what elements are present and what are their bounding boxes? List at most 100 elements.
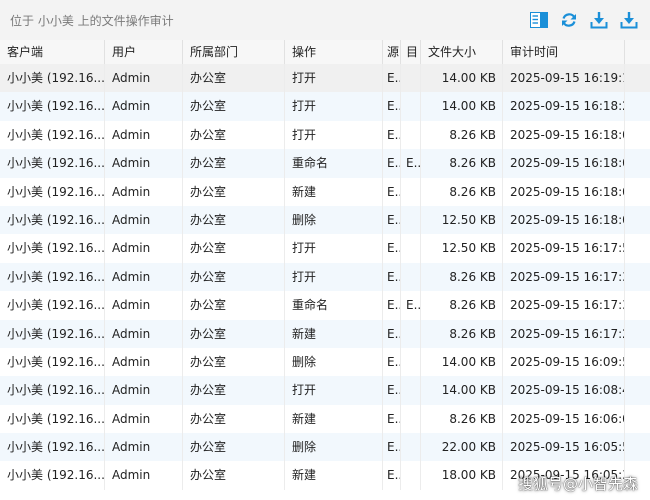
table-row[interactable]: 小小美 (192.16...Admin办公室新建E.. 8.26 KB2025-0… <box>0 177 650 206</box>
client-cell: 小小美 (192.16... <box>7 468 104 483</box>
audit-time-cell: 2025-09-15 16:18:22 <box>502 92 624 121</box>
file-size-cell: 8.26 KB <box>420 319 502 348</box>
target-cell <box>400 347 420 377</box>
icon-cell <box>624 404 650 434</box>
panel-icon[interactable] <box>528 9 550 31</box>
icon-cell <box>624 149 650 178</box>
client-cell: 小小美 (192.16... <box>7 127 104 142</box>
target-cell <box>400 262 420 292</box>
client-cell: 小小美 (192.16... <box>7 354 104 369</box>
operation-cell: 打开 <box>284 234 382 263</box>
target-cell <box>400 234 420 263</box>
client-cell: 小小美 (192.16... <box>7 383 104 398</box>
table-row[interactable]: 小小美 (192.16...Admin办公室删除E.. 14.00 KB2025-… <box>0 347 650 377</box>
user-cell: Admin <box>104 319 182 348</box>
icon-cell <box>624 64 650 93</box>
audit-time-cell: 2025-09-15 16:17:23 <box>502 319 624 348</box>
col-department[interactable]: 所属部门 <box>182 40 284 64</box>
department-cell: 办公室 <box>182 461 284 490</box>
audit-time-cell: 2025-09-15 16:17:52 <box>502 234 624 263</box>
source-cell: E.. <box>382 461 400 490</box>
audit-time-cell: 2025-09-15 16:18:00 <box>502 205 624 235</box>
source-cell: E.. <box>382 404 400 434</box>
client-cell: 小小美 (192.16... <box>7 326 104 341</box>
target-cell <box>400 177 420 206</box>
icon-cell <box>624 433 650 462</box>
download-icon[interactable] <box>588 9 610 31</box>
download-all-icon[interactable] <box>618 9 640 31</box>
file-size-cell: 8.26 KB <box>420 291 502 320</box>
table-row[interactable]: 小小美 (192.16...Admin办公室打开E.. 14.00 KB2025-… <box>0 376 650 405</box>
client-cell: 小小美 (192.16... <box>7 71 104 85</box>
table-row[interactable]: 小小美 (192.16...Admin办公室重命名E..E..8.26 KB20… <box>0 291 650 320</box>
toolbar <box>528 9 640 31</box>
operation-cell: 删除 <box>284 433 382 462</box>
user-cell: Admin <box>104 205 182 235</box>
table-row[interactable]: 小小美 (192.16...Admin办公室打开E.. 14.00 KB2025-… <box>0 64 650 93</box>
col-extra <box>624 40 650 64</box>
file-size-cell: 8.26 KB <box>420 262 502 292</box>
client-cell: 小小美 (192.16... <box>7 241 104 256</box>
user-cell: Admin <box>104 92 182 121</box>
source-cell: E.. <box>382 205 400 235</box>
source-cell: E.. <box>382 291 400 320</box>
audit-time-cell: 2025-09-15 16:09:53 <box>502 347 624 377</box>
icon-cell <box>624 319 650 348</box>
department-cell: 办公室 <box>182 149 284 178</box>
table-row[interactable]: 小小美 (192.16...Admin办公室删除E.. 12.50 KB2025-… <box>0 205 650 235</box>
operation-cell: 重命名 <box>284 291 382 320</box>
col-file-size[interactable]: 文件大小 <box>420 40 502 64</box>
col-audit-time[interactable]: 审计时间 <box>502 40 624 64</box>
audit-time-cell: 2025-09-15 16:06:01 <box>502 404 624 434</box>
target-cell <box>400 461 420 490</box>
user-cell: Admin <box>104 461 182 490</box>
col-target[interactable]: 目 <box>400 40 420 64</box>
department-cell: 办公室 <box>182 234 284 263</box>
user-cell: Admin <box>104 262 182 292</box>
client-cell: 小小美 (192.16... <box>7 440 104 455</box>
operation-cell: 打开 <box>284 262 382 292</box>
table-row[interactable]: 小小美 (192.16...Admin办公室新建E.. 8.26 KB2025-0… <box>0 319 650 348</box>
client-cell: 小小美 (192.16... <box>7 269 104 284</box>
target-cell <box>400 64 420 93</box>
file-size-cell: 22.00 KB <box>420 433 502 462</box>
operation-cell: 新建 <box>284 319 382 348</box>
file-size-cell: 14.00 KB <box>420 92 502 121</box>
icon-cell <box>624 347 650 377</box>
icon-cell <box>624 234 650 263</box>
table-row[interactable]: 小小美 (192.16...Admin办公室打开E.. 8.26 KB2025-0… <box>0 120 650 150</box>
table-row[interactable]: 小小美 (192.16...Admin办公室打开E.. 12.50 KB2025-… <box>0 234 650 263</box>
col-operation[interactable]: 操作 <box>284 40 382 64</box>
audit-time-cell: 2025-09-15 16:17:34 <box>502 291 624 320</box>
file-size-cell: 12.50 KB <box>420 234 502 263</box>
table-body: 小小美 (192.16...Admin办公室打开E..14.00 KB2025-… <box>0 64 650 500</box>
user-cell: Admin <box>104 376 182 405</box>
table-row[interactable]: 小小美 (192.16...Admin办公室重命名E..E..8.26 KB20… <box>0 149 650 178</box>
table-row[interactable]: 小小美 (192.16...Admin办公室打开E.. 8.26 KB2025-0… <box>0 262 650 292</box>
operation-cell: 新建 <box>284 177 382 206</box>
target-cell <box>400 433 420 462</box>
audit-time-cell: 2025-09-15 16:08:41 <box>502 376 624 405</box>
department-cell: 办公室 <box>182 404 284 434</box>
file-size-cell: 14.00 KB <box>420 376 502 405</box>
col-source[interactable]: 源 <box>382 40 400 64</box>
table-row[interactable]: 小小美 (192.16...Admin办公室新建E.. 8.26 KB2025-0… <box>0 404 650 434</box>
department-cell: 办公室 <box>182 433 284 462</box>
file-size-cell: 14.00 KB <box>420 64 502 93</box>
target-cell <box>400 120 420 150</box>
source-cell: E.. <box>382 433 400 462</box>
col-client[interactable]: 客户端 <box>0 40 104 64</box>
user-cell: Admin <box>104 234 182 263</box>
client-cell: 小小美 (192.16... <box>7 411 104 426</box>
department-cell: 办公室 <box>182 319 284 348</box>
file-size-cell: 8.26 KB <box>420 120 502 150</box>
table-row[interactable]: 小小美 (192.16...Admin办公室打开E.. 14.00 KB2025-… <box>0 92 650 121</box>
table-row[interactable]: 小小美 (192.16...Admin办公室删除E.. 22.00 KB2025-… <box>0 433 650 462</box>
client-cell: 小小美 (192.16... <box>7 99 104 114</box>
icon-cell <box>624 120 650 150</box>
operation-cell: 打开 <box>284 120 382 150</box>
user-cell: Admin <box>104 149 182 178</box>
refresh-icon[interactable] <box>558 9 580 31</box>
audit-time-cell: 2025-09-15 16:18:04 <box>502 177 624 206</box>
col-user[interactable]: 用户 <box>104 40 182 64</box>
